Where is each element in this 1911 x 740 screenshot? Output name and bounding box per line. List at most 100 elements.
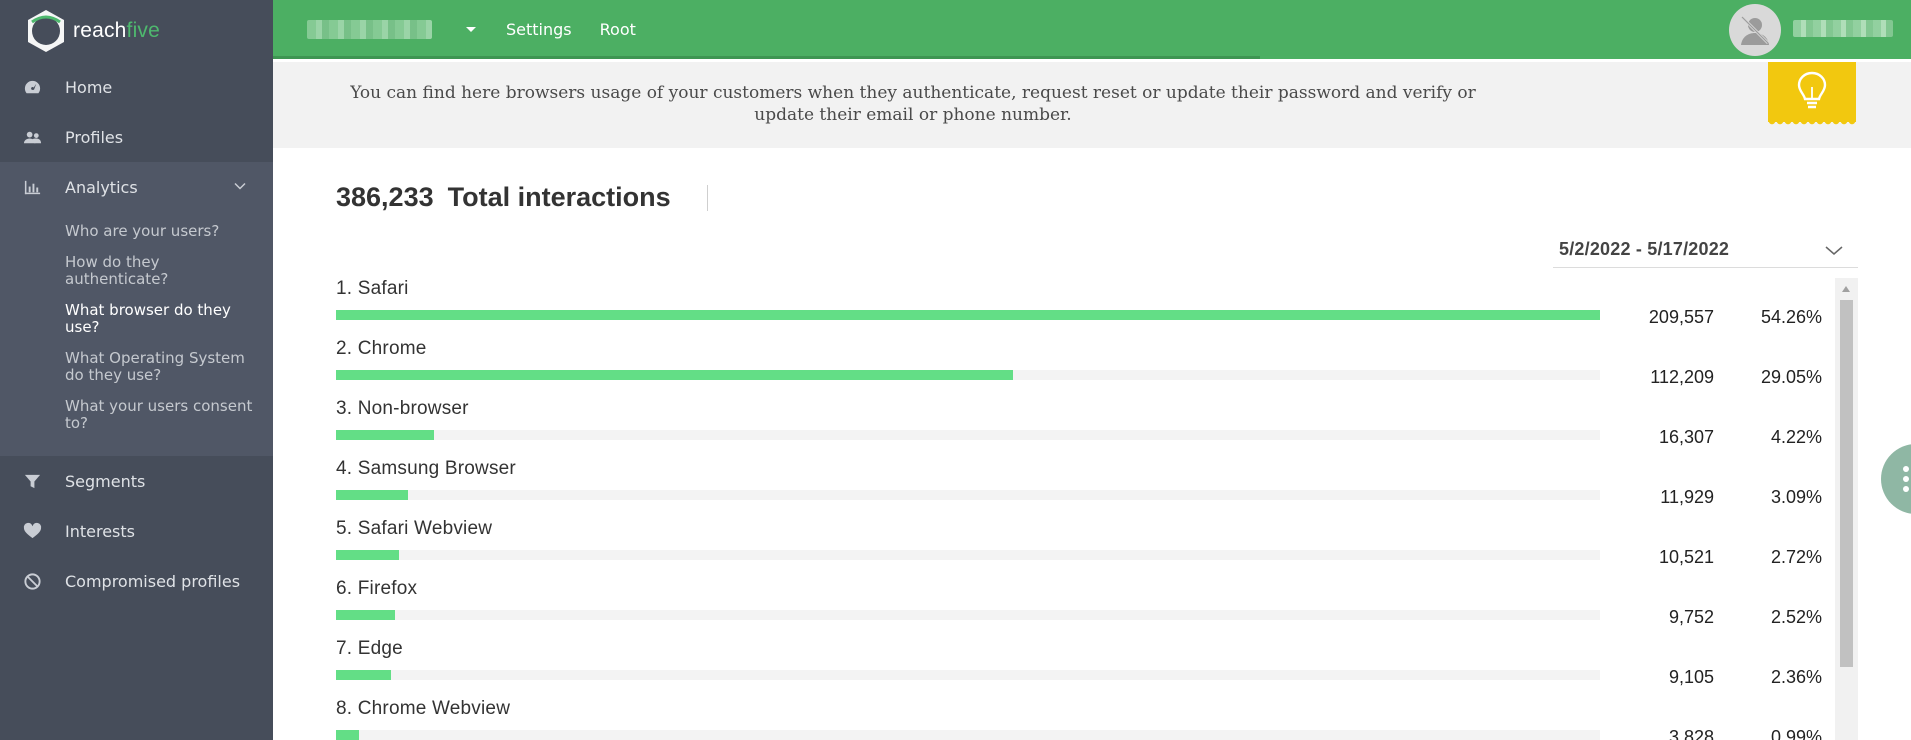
bar-fill [336,370,1013,380]
bar-track [336,310,1600,320]
sidebar-item-label: Segments [65,471,146,491]
interaction-count: 209,557 [1648,307,1714,327]
bar-track [336,490,1600,500]
interaction-percent: 29.05% [1760,367,1822,387]
root-link[interactable]: Root [600,20,636,39]
table-row: 2. Chrome 112,209 29.05% [336,338,1858,398]
scroll-thumb[interactable] [1840,300,1853,667]
bar-fill [336,550,400,560]
users-icon [22,127,42,147]
table-row: 3. Non-browser 16,307 4.22% [336,398,1858,458]
project-selector-redacted[interactable] [307,20,432,39]
total-count: 386,233 [336,182,434,212]
bar-track [336,670,1600,680]
brand-name: reachfive [73,19,161,42]
filter-icon [22,471,42,491]
bar-track [336,370,1600,380]
interaction-count: 9,105 [1668,667,1714,687]
tip-button[interactable] [1768,62,1856,127]
date-range-picker[interactable]: 5/2/2022 - 5/17/2022 [1553,232,1858,268]
submenu-item-what-browser[interactable]: What browser do they use? [0,302,273,336]
dashboard-icon [22,77,42,97]
dot [1903,486,1909,492]
loading-bar [273,56,1260,59]
user-avatar-icon [1740,15,1770,45]
scroll-up-arrow[interactable] [1842,286,1850,292]
bar-chart-icon [22,177,42,197]
browser-label: 7. Edge [336,638,403,659]
interaction-count: 9,752 [1668,607,1714,627]
sidebar-item-label: Compromised profiles [65,571,241,591]
table-row: 4. Samsung Browser 11,929 3.09% [336,458,1858,518]
brand-logo[interactable]: reachfive [0,0,273,62]
caret-down-icon[interactable] [466,27,476,32]
bar-fill [336,430,435,440]
table-row: 1. Safari 209,557 54.26% [336,278,1858,338]
ban-icon [22,571,42,591]
interaction-count: 112,209 [1650,367,1714,387]
bar-fill [336,490,408,500]
browser-label: 4. Samsung Browser [336,458,516,479]
username-redacted[interactable] [1793,20,1893,37]
sidebar: reachfive Home Profiles Analytics Who ar… [0,0,273,740]
bar-track [336,610,1600,620]
banner-text: You can find here browsers usage of your… [350,83,1476,125]
interaction-percent: 0.99% [1770,727,1822,740]
sidebar-item-segments[interactable]: Segments [0,456,273,506]
table-row: 8. Chrome Webview 3,828 0.99% [336,698,1858,740]
analytics-submenu: Who are your users? How do they authenti… [0,212,273,456]
interaction-percent: 4.22% [1770,427,1822,447]
interaction-percent: 2.72% [1770,547,1822,567]
bar-fill [336,730,360,740]
top-bar: Settings Root [273,0,1911,59]
table-row: 5. Safari Webview 10,521 2.72% [336,518,1858,578]
submenu-item-what-os[interactable]: What Operating System do they use? [0,350,273,384]
browser-label: 5. Safari Webview [336,518,493,539]
browser-label: 6. Firefox [336,578,418,599]
submenu-item-how-authenticate[interactable]: How do they authenticate? [0,254,273,288]
total-interactions: 386,233 Total interactions [336,182,708,213]
browser-usage-list[interactable]: 1. Safari 209,557 54.26% 2. Chrome 112,209 29… [336,278,1858,740]
dot [1903,466,1909,472]
sidebar-item-profiles[interactable]: Profiles [0,112,273,162]
interaction-percent: 2.36% [1770,667,1822,687]
interaction-count: 10,521 [1658,547,1714,567]
interaction-count: 11,929 [1660,487,1714,507]
total-label: Total interactions [447,182,671,212]
submenu-item-who-are-users[interactable]: Who are your users? [0,223,273,240]
table-row: 6. Firefox 9,752 2.52% [336,578,1858,638]
interaction-percent: 54.26% [1760,307,1822,327]
avatar[interactable] [1729,4,1781,56]
sidebar-item-label: Home [65,77,113,97]
bar-fill [336,610,395,620]
bar-fill [336,670,391,680]
submenu-item-consent[interactable]: What your users consent to? [0,398,273,432]
sidebar-item-label: Interests [65,521,135,541]
browser-label: 3. Non-browser [336,398,469,419]
bar-track [336,550,1600,560]
main-content: 386,233 Total interactions 5/2/2022 - 5/… [273,148,1911,740]
browser-label: 8. Chrome Webview [336,698,511,719]
sidebar-item-label: Analytics [65,177,138,197]
scrollbar[interactable] [1835,278,1858,740]
settings-link[interactable]: Settings [506,20,572,39]
browser-label: 1. Safari [336,278,409,299]
sidebar-item-label: Profiles [65,127,124,147]
sidebar-item-home[interactable]: Home [0,62,273,112]
dot [1903,476,1909,482]
bar-fill [336,310,1600,320]
lightbulb-icon [1797,71,1827,109]
date-range-value: 5/2/2022 - 5/17/2022 [1559,239,1730,259]
divider [706,184,708,211]
chevron-down-icon [234,182,246,190]
sidebar-item-interests[interactable]: Interests [0,506,273,556]
info-banner: You can find here browsers usage of your… [273,62,1911,148]
side-options-tab[interactable] [1881,444,1911,514]
sidebar-item-compromised-profiles[interactable]: Compromised profiles [0,556,273,606]
sidebar-item-analytics[interactable]: Analytics [0,162,273,212]
bar-track [336,430,1600,440]
interaction-percent: 3.09% [1770,487,1822,507]
table-row: 7. Edge 9,105 2.36% [336,638,1858,698]
chevron-down-icon [1825,246,1843,255]
heart-icon [22,521,42,541]
